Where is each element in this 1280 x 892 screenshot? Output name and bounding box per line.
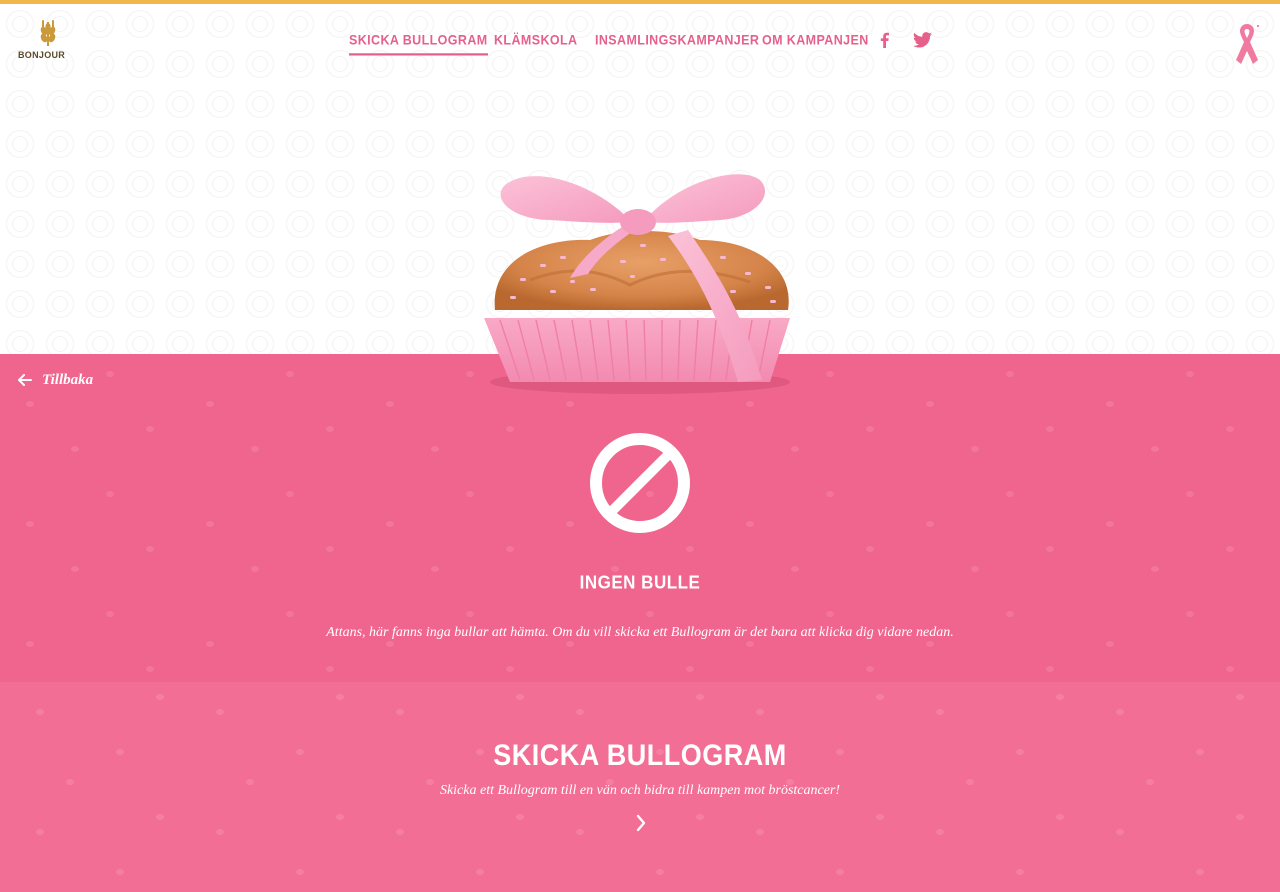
error-message: Attans, här fanns inga bullar att hämta.… xyxy=(326,625,954,640)
back-link[interactable]: Tillbaka xyxy=(18,370,93,390)
bun-hero-image xyxy=(470,160,810,400)
chevron-right-icon xyxy=(636,814,646,832)
main-nav: SKICKA BULLOGRAM KLÄMSKOLA INSAMLINGSKAM… xyxy=(0,32,1280,62)
nav-klamskola[interactable]: KLÄMSKOLA xyxy=(494,32,577,48)
facebook-icon xyxy=(880,32,889,48)
cta-next-button[interactable] xyxy=(631,812,651,834)
nav-insamlingskampanjer[interactable]: INSAMLINGSKAMPANJER xyxy=(595,32,759,48)
arrow-left-icon xyxy=(18,374,32,386)
pink-ribbon-icon xyxy=(1234,22,1260,66)
twitter-icon xyxy=(912,32,932,48)
no-entry-icon xyxy=(590,433,690,533)
error-title: INGEN BULLE xyxy=(579,572,701,593)
facebook-link[interactable] xyxy=(877,30,891,50)
back-label: Tillbaka xyxy=(42,371,94,388)
twitter-link[interactable] xyxy=(911,30,933,50)
cta-title[interactable]: SKICKA BULLOGRAM xyxy=(0,738,1280,772)
cta-description: Skicka ett Bullogram till en vän och bid… xyxy=(439,783,841,798)
nav-om-kampanjen[interactable]: OM KAMPANJEN xyxy=(762,32,869,48)
nav-skicka-bullogram[interactable]: SKICKA BULLOGRAM xyxy=(349,32,488,56)
